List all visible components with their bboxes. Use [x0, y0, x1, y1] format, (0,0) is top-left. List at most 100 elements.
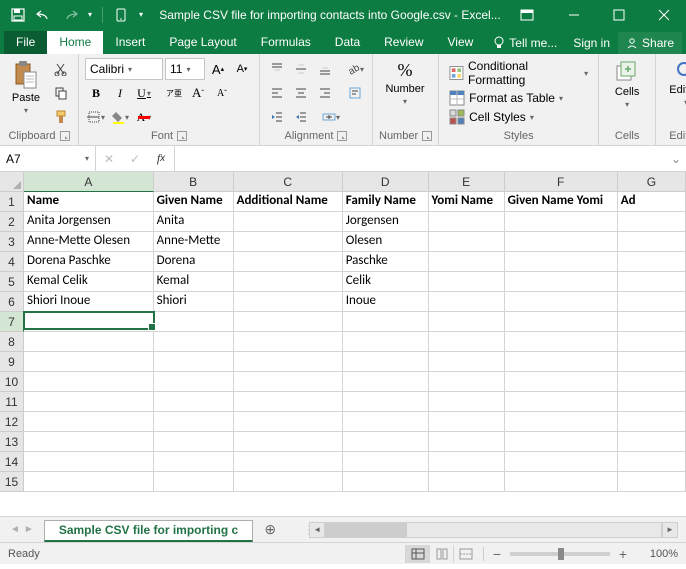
cell-E15[interactable]	[429, 472, 505, 492]
row-header-13[interactable]: 13	[0, 432, 24, 452]
cell-F11[interactable]	[505, 392, 618, 412]
cell-B11[interactable]	[154, 392, 234, 412]
conditional-formatting-button[interactable]: Conditional Formatting▾	[445, 58, 592, 88]
cell-A1[interactable]: Name	[24, 192, 154, 212]
cell-B3[interactable]: Anne-Mette	[154, 232, 234, 252]
cell-G1[interactable]: Ad	[618, 192, 686, 212]
font-dialog[interactable]	[177, 131, 187, 141]
font-color-button[interactable]: A▾	[133, 106, 155, 128]
cell-A13[interactable]	[24, 432, 154, 452]
cell-G14[interactable]	[618, 452, 686, 472]
cell-B9[interactable]	[154, 352, 234, 372]
cell-F1[interactable]: Given Name Yomi	[505, 192, 618, 212]
name-box[interactable]: A7 ▾	[0, 146, 96, 171]
view-page-layout-button[interactable]	[429, 545, 453, 563]
qat-customize-2[interactable]: ▾	[135, 4, 147, 26]
increase-indent-button[interactable]	[290, 106, 312, 128]
zoom-thumb[interactable]	[558, 548, 564, 560]
cell-E10[interactable]	[429, 372, 505, 392]
align-bottom-button[interactable]	[314, 58, 336, 80]
sign-in-button[interactable]: Sign in	[565, 32, 618, 54]
align-right-button[interactable]	[314, 82, 336, 104]
cell-C12[interactable]	[234, 412, 343, 432]
align-left-button[interactable]	[266, 82, 288, 104]
cell-E3[interactable]	[429, 232, 505, 252]
cell-E13[interactable]	[429, 432, 505, 452]
cell-C10[interactable]	[234, 372, 343, 392]
cell-F2[interactable]	[505, 212, 618, 232]
alignment-dialog[interactable]	[337, 131, 347, 141]
shrink-font-2[interactable]: Aˇ	[211, 82, 233, 104]
wrap-text-button[interactable]	[344, 82, 366, 104]
cell-C3[interactable]	[234, 232, 343, 252]
cell-C1[interactable]: Additional Name	[234, 192, 343, 212]
grow-font-2[interactable]: Aˆ	[187, 82, 209, 104]
cell-A12[interactable]	[24, 412, 154, 432]
hscroll-right-button[interactable]: ►	[662, 522, 678, 538]
cell-D13[interactable]	[343, 432, 429, 452]
cell-D2[interactable]: Jorgensen	[343, 212, 429, 232]
cell-B7[interactable]	[154, 312, 234, 332]
phonetic-button[interactable]: ア亜	[163, 82, 185, 104]
row-header-8[interactable]: 8	[0, 332, 24, 352]
font-name-combo[interactable]: Calibri▾	[85, 58, 163, 80]
cell-E4[interactable]	[429, 252, 505, 272]
save-button[interactable]	[6, 4, 30, 26]
cell-C8[interactable]	[234, 332, 343, 352]
cell-A2[interactable]: Anita Jorgensen	[24, 212, 154, 232]
tab-view[interactable]: View	[436, 31, 486, 54]
cell-B5[interactable]: Kemal	[154, 272, 234, 292]
editing-button[interactable]: Editing ▾	[662, 58, 686, 109]
row-header-15[interactable]: 15	[0, 472, 24, 492]
cell-G7[interactable]	[618, 312, 686, 332]
align-top-button[interactable]	[266, 58, 288, 80]
row-header-9[interactable]: 9	[0, 352, 24, 372]
cell-B10[interactable]	[154, 372, 234, 392]
cell-D8[interactable]	[343, 332, 429, 352]
cell-C5[interactable]	[234, 272, 343, 292]
grow-font-button[interactable]: A▴	[207, 58, 229, 80]
expand-formula-bar[interactable]: ⌄	[666, 146, 686, 171]
share-button[interactable]: Share	[618, 32, 682, 54]
row-header-6[interactable]: 6	[0, 292, 24, 312]
cell-F3[interactable]	[505, 232, 618, 252]
maximize-button[interactable]	[596, 1, 641, 29]
cell-C7[interactable]	[234, 312, 343, 332]
merge-center-button[interactable]: ▾	[320, 106, 342, 128]
cell-A15[interactable]	[24, 472, 154, 492]
cell-G4[interactable]	[618, 252, 686, 272]
row-header-12[interactable]: 12	[0, 412, 24, 432]
col-header-G[interactable]: G	[618, 172, 686, 192]
enter-formula-button[interactable]: ✓	[122, 146, 148, 171]
cell-F5[interactable]	[505, 272, 618, 292]
number-dialog[interactable]	[422, 131, 432, 141]
cell-G13[interactable]	[618, 432, 686, 452]
cell-C14[interactable]	[234, 452, 343, 472]
cell-G15[interactable]	[618, 472, 686, 492]
cell-C4[interactable]	[234, 252, 343, 272]
cell-F13[interactable]	[505, 432, 618, 452]
row-header-14[interactable]: 14	[0, 452, 24, 472]
cell-A5[interactable]: Kemal Celik	[24, 272, 154, 292]
orientation-button[interactable]: ab▾	[344, 58, 366, 80]
cell-styles-button[interactable]: Cell Styles▾	[445, 108, 592, 126]
cell-D7[interactable]	[343, 312, 429, 332]
cell-B14[interactable]	[154, 452, 234, 472]
cell-D4[interactable]: Paschke	[343, 252, 429, 272]
cell-A4[interactable]: Dorena Paschke	[24, 252, 154, 272]
cells-button[interactable]: Cells ▾	[605, 58, 649, 111]
clipboard-dialog[interactable]	[60, 131, 70, 141]
cell-E2[interactable]	[429, 212, 505, 232]
select-all-button[interactable]	[0, 172, 24, 192]
cell-B8[interactable]	[154, 332, 234, 352]
cell-A3[interactable]: Anne-Mette Olesen	[24, 232, 154, 252]
cell-G2[interactable]	[618, 212, 686, 232]
underline-button[interactable]: U▾	[133, 82, 155, 104]
tab-review[interactable]: Review	[372, 31, 435, 54]
cell-G9[interactable]	[618, 352, 686, 372]
col-header-A[interactable]: A	[24, 172, 154, 192]
view-normal-button[interactable]	[405, 545, 429, 563]
col-header-C[interactable]: C	[234, 172, 343, 192]
row-header-10[interactable]: 10	[0, 372, 24, 392]
paste-button[interactable]: Paste ▾	[6, 58, 46, 117]
